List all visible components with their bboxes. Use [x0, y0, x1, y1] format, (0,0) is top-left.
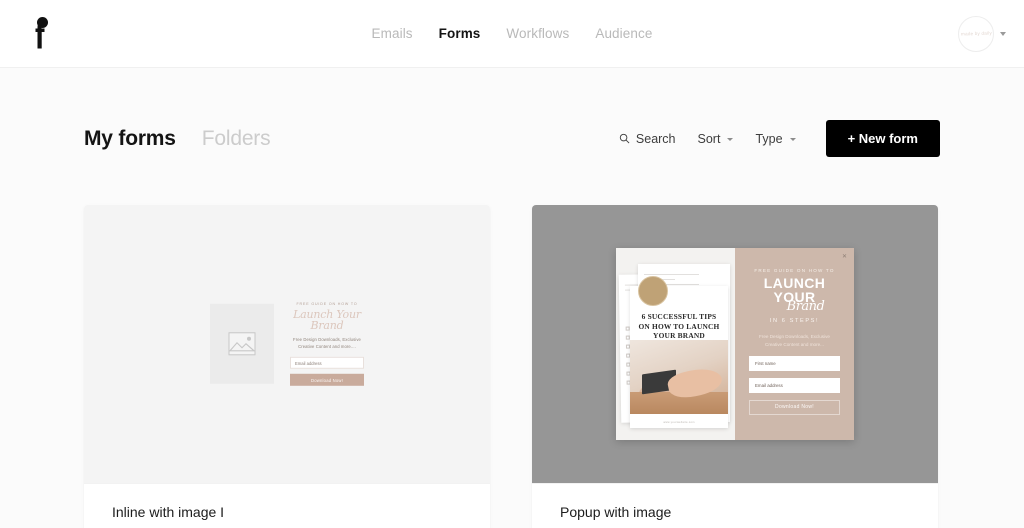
preview-body: Free Design Downloads, Exclusive Creativ… [293, 337, 361, 349]
inline-copy-block: FREE GUIDE ON HOW TO Launch Your Brand F… [290, 301, 364, 387]
nav-item-emails[interactable]: Emails [370, 22, 415, 45]
search-icon [619, 133, 630, 144]
avatar[interactable]: made by daily [958, 16, 994, 52]
form-card-footer: Popup with image [532, 483, 938, 528]
tab-folders[interactable]: Folders [202, 127, 271, 151]
popup-submit-button[interactable]: Download Now! [749, 399, 840, 415]
form-card[interactable]: 6 SUCCESSFUL TIPS ON HOW TO LAUNCH YOUR … [532, 205, 938, 528]
sort-dropdown[interactable]: Sort [698, 132, 734, 146]
preview-email-field[interactable]: Email address [290, 357, 364, 370]
form-card[interactable]: FREE GUIDE ON HOW TO Launch Your Brand F… [84, 205, 490, 528]
popup-eyebrow: FREE GUIDE ON HOW TO [754, 268, 835, 273]
popup-first-name-field[interactable]: First name [749, 355, 840, 371]
account-menu[interactable]: made by daily [958, 16, 1006, 52]
popup-image-panel: 6 SUCCESSFUL TIPS ON HOW TO LAUNCH YOUR … [616, 248, 735, 440]
forms-toolbar: Search Sort Type + New form [619, 120, 940, 157]
top-navigation-bar: Emails Forms Workflows Audience made by … [0, 0, 1024, 68]
chevron-down-icon [789, 138, 796, 141]
preview-heading-script: Launch Your Brand [293, 307, 361, 332]
close-icon[interactable]: ✕ [841, 253, 848, 260]
form-card-footer: Inline with image I [84, 483, 490, 528]
nav-item-workflows[interactable]: Workflows [504, 22, 571, 45]
preview-eyebrow: FREE GUIDE ON HOW TO [296, 301, 358, 306]
preview-submit-button[interactable]: Download Now! [290, 374, 364, 387]
tab-my-forms[interactable]: My forms [84, 127, 176, 151]
popup-copy-panel: ✕ FREE GUIDE ON HOW TO LAUNCH YOUR Brand… [735, 248, 854, 440]
chevron-down-icon [1000, 32, 1006, 36]
inline-form-preview: FREE GUIDE ON HOW TO Launch Your Brand F… [210, 301, 364, 387]
seal-badge-icon [638, 276, 668, 306]
type-label: Type [755, 131, 783, 146]
new-form-button[interactable]: + New form [825, 120, 940, 157]
lead-magnet-cover: 6 SUCCESSFUL TIPS ON HOW TO LAUNCH YOUR … [630, 276, 728, 428]
form-card-title: Inline with image I [112, 504, 225, 520]
type-dropdown[interactable]: Type [755, 131, 796, 146]
main-nav: Emails Forms Workflows Audience [0, 22, 1024, 45]
search-label: Search [635, 131, 676, 146]
forms-grid: FREE GUIDE ON HOW TO Launch Your Brand F… [84, 205, 940, 528]
form-card-title: Popup with image [560, 504, 672, 520]
forms-tabs: My forms Folders [84, 127, 271, 151]
chevron-down-icon [727, 138, 734, 141]
popup-body: Free Design Downloads, Exclusive Creativ… [759, 333, 830, 347]
popup-subheading: IN 6 STEPS! [769, 317, 820, 324]
form-thumbnail-inline[interactable]: FREE GUIDE ON HOW TO Launch Your Brand F… [84, 205, 490, 483]
lead-magnet-title: 6 SUCCESSFUL TIPS ON HOW TO LAUNCH YOUR … [638, 312, 720, 341]
image-placeholder-icon [210, 304, 274, 384]
popup-email-field[interactable]: Email address [749, 377, 840, 393]
popup-form-preview: 6 SUCCESSFUL TIPS ON HOW TO LAUNCH YOUR … [616, 248, 854, 440]
lead-magnet-photo [630, 340, 728, 414]
nav-item-audience[interactable]: Audience [593, 22, 654, 45]
page-header: My forms Folders Search Sort Type + New … [84, 68, 940, 157]
avatar-label: made by daily [960, 30, 992, 37]
page-content: My forms Folders Search Sort Type + New … [0, 68, 1024, 528]
lead-magnet-footer: www.yourwebsite.com [663, 421, 695, 424]
form-thumbnail-popup[interactable]: 6 SUCCESSFUL TIPS ON HOW TO LAUNCH YOUR … [532, 205, 938, 483]
nav-item-forms[interactable]: Forms [437, 22, 483, 45]
sort-label: Sort [697, 131, 721, 146]
search-button[interactable]: Search [619, 132, 676, 146]
